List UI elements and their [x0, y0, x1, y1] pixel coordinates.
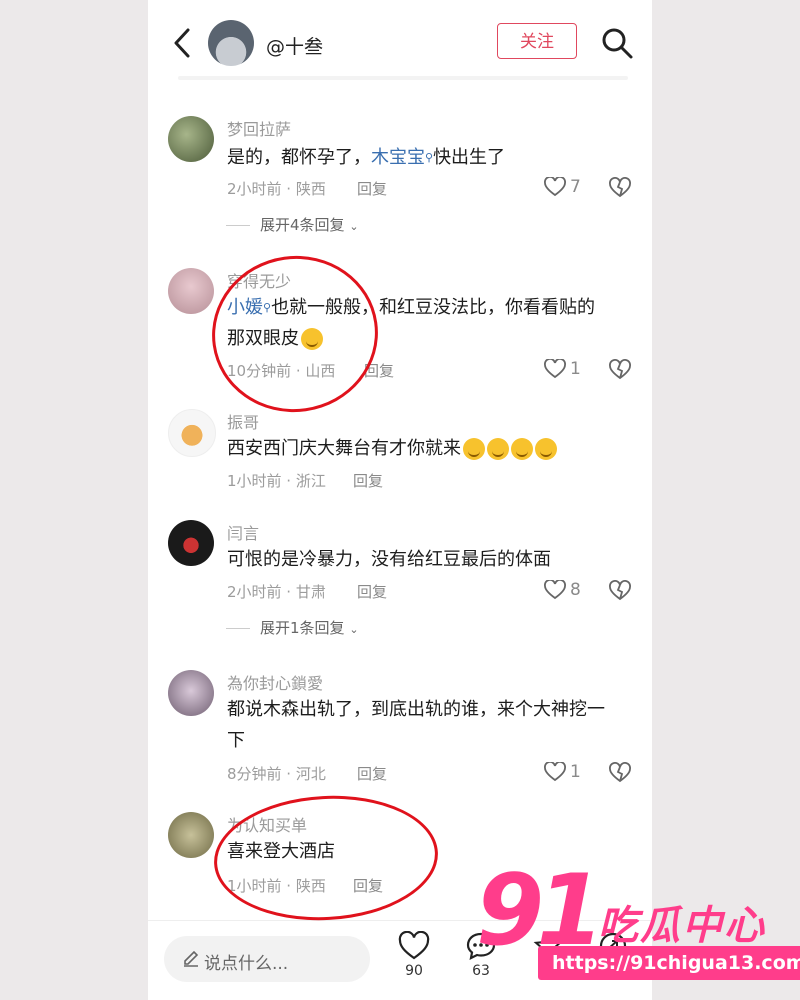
phone-screen: @十叁 关注 梦回拉萨 是的，都怀孕了，木宝宝⚲快出生了 2小时前 · 陕西 回… — [148, 0, 652, 1000]
comment-text-part: 也就一般般，和红豆没法比，你看看贴的 — [271, 297, 596, 318]
reply-button[interactable]: 回复 — [357, 763, 387, 784]
comment-text: 小媛⚲也就一般般，和红豆没法比，你看看贴的那双眼皮 — [227, 292, 627, 354]
like-count: 7 — [570, 176, 581, 197]
comment-meta: 1小时前 · 浙江 — [227, 472, 326, 490]
back-button[interactable] — [170, 26, 196, 60]
like-button[interactable]: 1 — [544, 760, 581, 785]
chevron-down-icon: ⌄ — [349, 623, 359, 636]
laugh-cry-emoji-icon — [301, 328, 323, 350]
cry-emoji-icon — [487, 438, 509, 460]
divider-line — [226, 628, 250, 629]
comment-text: 西安西门庆大舞台有才你就来 — [227, 433, 627, 464]
author-avatar[interactable] — [208, 20, 254, 66]
comment-author[interactable]: 為你封心鎖愛 — [227, 670, 323, 694]
author-name[interactable]: @十叁 — [266, 32, 323, 59]
heart-icon — [544, 357, 566, 378]
expand-label: 展开1条回复 — [260, 619, 345, 637]
pencil-icon — [184, 950, 199, 967]
like-post-button[interactable]: 90 — [397, 930, 431, 979]
cry-emoji-icon — [511, 438, 533, 460]
comment-input[interactable]: 说点什么... — [164, 936, 370, 982]
avatar[interactable] — [168, 116, 214, 162]
comment-author[interactable]: 闫言 — [227, 520, 259, 544]
chevron-down-icon: ⌄ — [349, 220, 359, 233]
reply-button[interactable]: 回复 — [353, 470, 383, 491]
cry-emoji-icon — [535, 438, 557, 460]
comment-meta: 1小时前 · 陕西 — [227, 877, 326, 895]
expand-replies-button[interactable]: 展开1条回复 ⌄ — [226, 617, 359, 638]
broken-heart-icon — [609, 359, 631, 380]
comment-text-part: 是的，都怀孕了， — [227, 147, 371, 168]
comment-placeholder: 说点什么... — [204, 954, 289, 974]
follow-button[interactable]: 关注 — [497, 23, 577, 59]
top-bar: @十叁 关注 — [148, 0, 652, 80]
heart-icon — [544, 760, 566, 781]
comment-text-part: 那双眼皮 — [227, 328, 299, 349]
avatar[interactable] — [168, 520, 214, 566]
chevron-left-icon — [174, 28, 190, 58]
like-button[interactable]: 8 — [544, 578, 581, 603]
comment-meta: 8分钟前 · 河北 — [227, 765, 326, 783]
avatar[interactable] — [168, 268, 214, 314]
comment-author[interactable]: 穿得无少 — [227, 268, 291, 292]
divider-line — [226, 225, 250, 226]
watermark-url: https://91chigua13.com — [538, 946, 800, 980]
comment-meta: 2小时前 · 甘肃 — [227, 583, 326, 601]
reply-button[interactable]: 回复 — [357, 178, 387, 199]
avatar[interactable] — [168, 670, 214, 716]
reply-button[interactable]: 回复 — [357, 581, 387, 602]
like-count: 1 — [570, 358, 581, 379]
comment-text: 可恨的是冷暴力，没有给红豆最后的体面 — [227, 549, 551, 570]
like-button[interactable]: 7 — [544, 175, 581, 200]
reply-button[interactable]: 回复 — [353, 875, 383, 896]
dislike-button[interactable] — [609, 580, 631, 602]
search-icon: ⚲ — [425, 151, 434, 164]
expand-label: 展开4条回复 — [260, 216, 345, 234]
comment-text-part: 西安西门庆大舞台有才你就来 — [227, 438, 461, 459]
dislike-button[interactable] — [609, 359, 631, 381]
comment-meta: 10分钟前 · 山西 — [227, 362, 336, 380]
broken-heart-icon — [609, 762, 631, 783]
like-count: 8 — [570, 579, 581, 600]
expand-replies-button[interactable]: 展开4条回复 ⌄ — [226, 214, 359, 235]
avatar[interactable] — [168, 812, 214, 858]
reply-button[interactable]: 回复 — [364, 360, 394, 381]
avatar[interactable] — [168, 409, 216, 457]
dislike-button[interactable] — [609, 177, 631, 199]
comment-text-part: 下 — [227, 730, 245, 751]
header-divider — [178, 76, 628, 80]
cry-emoji-icon — [463, 438, 485, 460]
comment-text-part: 都说木森出轨了，到底出轨的谁，来个大神挖一 — [227, 699, 605, 720]
comment-author[interactable]: 振哥 — [227, 409, 259, 433]
like-count: 1 — [570, 761, 581, 782]
heart-icon — [544, 578, 566, 599]
comment-author[interactable]: 为认知买单 — [227, 812, 307, 836]
comment-text: 都说木森出轨了，到底出轨的谁，来个大神挖一下 — [227, 694, 627, 756]
comment-author[interactable]: 梦回拉萨 — [227, 116, 291, 140]
like-button[interactable]: 1 — [544, 357, 581, 382]
like-count: 90 — [405, 963, 423, 979]
search-button[interactable] — [600, 26, 634, 60]
comment-meta: 2小时前 · 陕西 — [227, 180, 326, 198]
dislike-button[interactable] — [609, 762, 631, 784]
heart-icon — [398, 930, 430, 960]
comment-text-part: 快出生了 — [433, 147, 506, 168]
watermark-brand: 吃瓜中心 — [598, 903, 766, 949]
broken-heart-icon — [609, 177, 631, 198]
search-icon — [602, 28, 633, 59]
comment-text: 是的，都怀孕了，木宝宝⚲快出生了 — [227, 142, 627, 173]
mention-link[interactable]: 木宝宝 — [371, 147, 425, 168]
mention-link[interactable]: 小媛 — [227, 297, 263, 318]
heart-icon — [544, 175, 566, 196]
broken-heart-icon — [609, 580, 631, 601]
search-icon: ⚲ — [263, 301, 272, 314]
